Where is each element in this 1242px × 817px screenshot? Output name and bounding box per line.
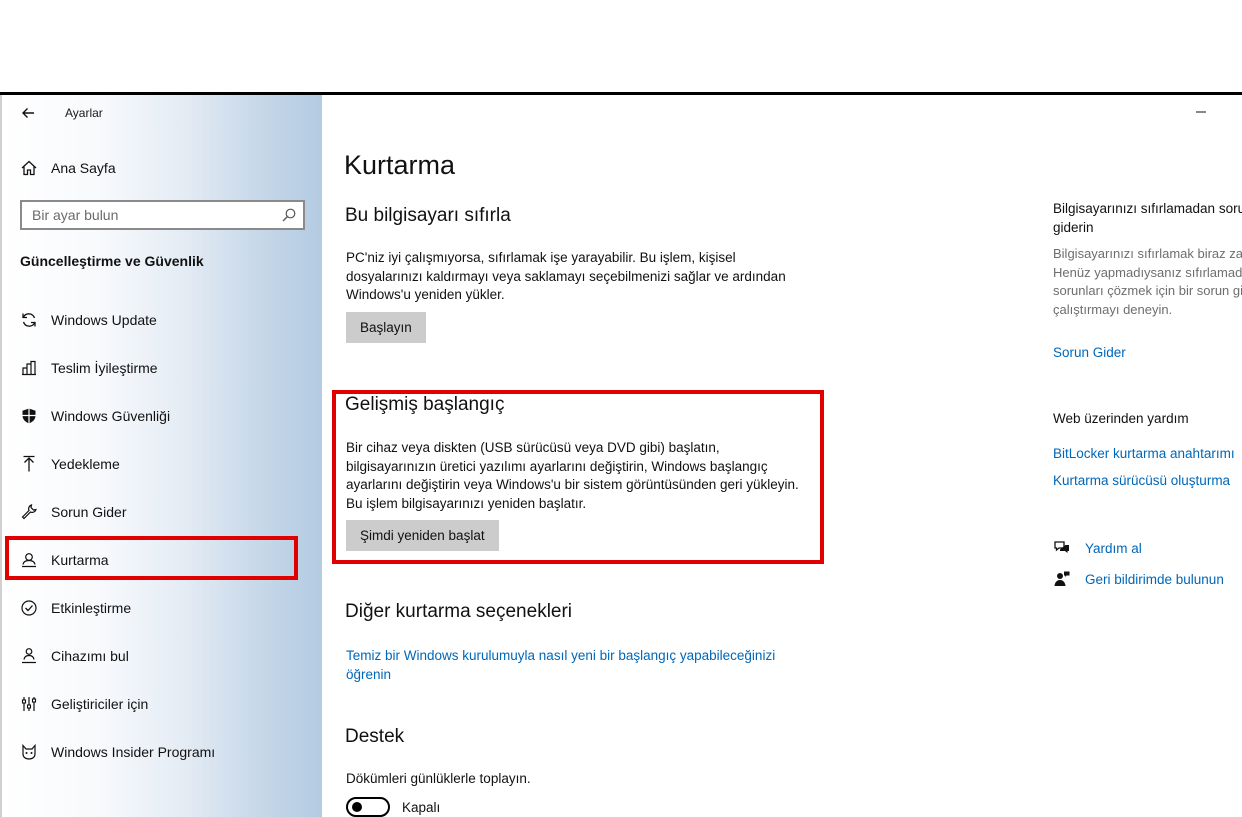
back-arrow-icon[interactable] bbox=[18, 103, 38, 123]
sidebar-item-label: Windows Güvenliği bbox=[51, 408, 171, 424]
nav-home-label: Ana Sayfa bbox=[51, 160, 116, 176]
sidebar-item-label: Yedekleme bbox=[51, 456, 120, 472]
sidebar-item-delivery-optimization[interactable]: Teslim İyileştirme bbox=[20, 359, 158, 377]
main-content: Kurtarma Bu bilgisayarı sıfırla PC'niz i… bbox=[322, 95, 1042, 817]
top-blank-area bbox=[0, 0, 1242, 92]
reset-description: PC'niz iyi çalışmıyorsa, sıfırlamak işe … bbox=[346, 250, 786, 302]
get-help-label: Yardım al bbox=[1085, 540, 1142, 556]
feedback-action[interactable]: Geri bildirimde bulunun bbox=[1053, 570, 1224, 588]
sidebar-item-label: Windows Update bbox=[51, 312, 157, 328]
delivery-optimization-icon bbox=[20, 359, 38, 377]
web-help-title: Web üzerinden yardım bbox=[1053, 411, 1189, 426]
selection-highlight-box bbox=[5, 536, 298, 580]
toggle-knob bbox=[352, 802, 362, 812]
insider-cat-icon bbox=[20, 743, 38, 761]
related-panel: Bilgisayarınızı sıfırlamadan sorunları g… bbox=[1053, 95, 1242, 817]
sidebar-item-label: Windows Insider Programı bbox=[51, 744, 216, 760]
chat-help-icon bbox=[1053, 539, 1071, 557]
home-icon bbox=[20, 159, 38, 177]
sidebar-item-windows-insider[interactable]: Windows Insider Programı bbox=[20, 743, 215, 761]
sidebar-item-for-developers[interactable]: Geliştiriciler için bbox=[20, 695, 148, 713]
troubleshoot-link[interactable]: Sorun Gider bbox=[1053, 345, 1126, 360]
toggle-state-label: Kapalı bbox=[402, 800, 441, 815]
sidebar-item-label: Etkinleştirme bbox=[51, 600, 132, 616]
sidebar-item-label: Cihazımı bul bbox=[51, 648, 129, 664]
search-icon[interactable] bbox=[281, 207, 297, 223]
sidebar-item-label: Sorun Gider bbox=[51, 504, 127, 520]
person-location-icon bbox=[20, 647, 38, 665]
advanced-startup-highlight-box bbox=[332, 390, 824, 564]
tip-description: Bilgisayarınızı sıfırlamak biraz zaman a… bbox=[1053, 246, 1242, 317]
backup-arrow-icon bbox=[20, 455, 38, 473]
get-help-action[interactable]: Yardım al bbox=[1053, 539, 1142, 557]
sidebar-item-windows-security[interactable]: Windows Güvenliği bbox=[20, 407, 170, 425]
sidebar-item-label: Teslim İyileştirme bbox=[51, 360, 158, 376]
create-recovery-drive-link[interactable]: Kurtarma sürücüsü oluşturma bbox=[1053, 473, 1230, 488]
page-title: Kurtarma bbox=[344, 150, 456, 180]
sidebar-item-activation[interactable]: Etkinleştirme bbox=[20, 599, 131, 617]
support-description: Dökümleri günlüklerle toplayın. bbox=[346, 771, 531, 786]
search-box[interactable] bbox=[20, 200, 305, 230]
reset-title: Bu bilgisayarı sıfırla bbox=[345, 205, 511, 226]
bitlocker-recovery-link[interactable]: BitLocker kurtarma anahtarımı bbox=[1053, 446, 1235, 461]
get-started-button[interactable]: Başlayın bbox=[346, 312, 426, 343]
sync-icon bbox=[20, 311, 38, 329]
settings-window: Ayarlar Ana Sayfa Güncelleştirme ve Güve… bbox=[0, 95, 1242, 817]
search-input[interactable] bbox=[22, 203, 281, 227]
sidebar-item-backup[interactable]: Yedekleme bbox=[20, 455, 120, 473]
dump-logs-toggle[interactable] bbox=[346, 797, 390, 817]
other-options-title: Diğer kurtarma seçenekleri bbox=[345, 601, 573, 622]
developer-icon bbox=[20, 695, 38, 713]
wrench-icon bbox=[20, 503, 38, 521]
nav-home[interactable]: Ana Sayfa bbox=[20, 159, 116, 177]
sidebar-item-label: Geliştiriciler için bbox=[51, 696, 149, 712]
fresh-start-link[interactable]: Temiz bir Windows kurulumuyla nasıl yeni… bbox=[346, 647, 816, 684]
feedback-label: Geri bildirimde bulunun bbox=[1085, 571, 1224, 587]
tip-title: Bilgisayarınızı sıfırlamadan sorunları g… bbox=[1053, 201, 1242, 235]
sidebar-item-troubleshoot[interactable]: Sorun Gider bbox=[20, 503, 126, 521]
sidebar-item-windows-update[interactable]: Windows Update bbox=[20, 311, 157, 329]
sidebar-item-find-my-device[interactable]: Cihazımı bul bbox=[20, 647, 129, 665]
sidebar: Ayarlar Ana Sayfa Güncelleştirme ve Güve… bbox=[0, 95, 322, 817]
shield-icon bbox=[20, 407, 38, 425]
section-title: Güncelleştirme ve Güvenlik bbox=[20, 253, 204, 269]
app-title: Ayarlar bbox=[65, 106, 103, 120]
check-circle-icon bbox=[20, 599, 38, 617]
support-title: Destek bbox=[345, 726, 405, 747]
feedback-person-icon bbox=[1053, 570, 1071, 588]
